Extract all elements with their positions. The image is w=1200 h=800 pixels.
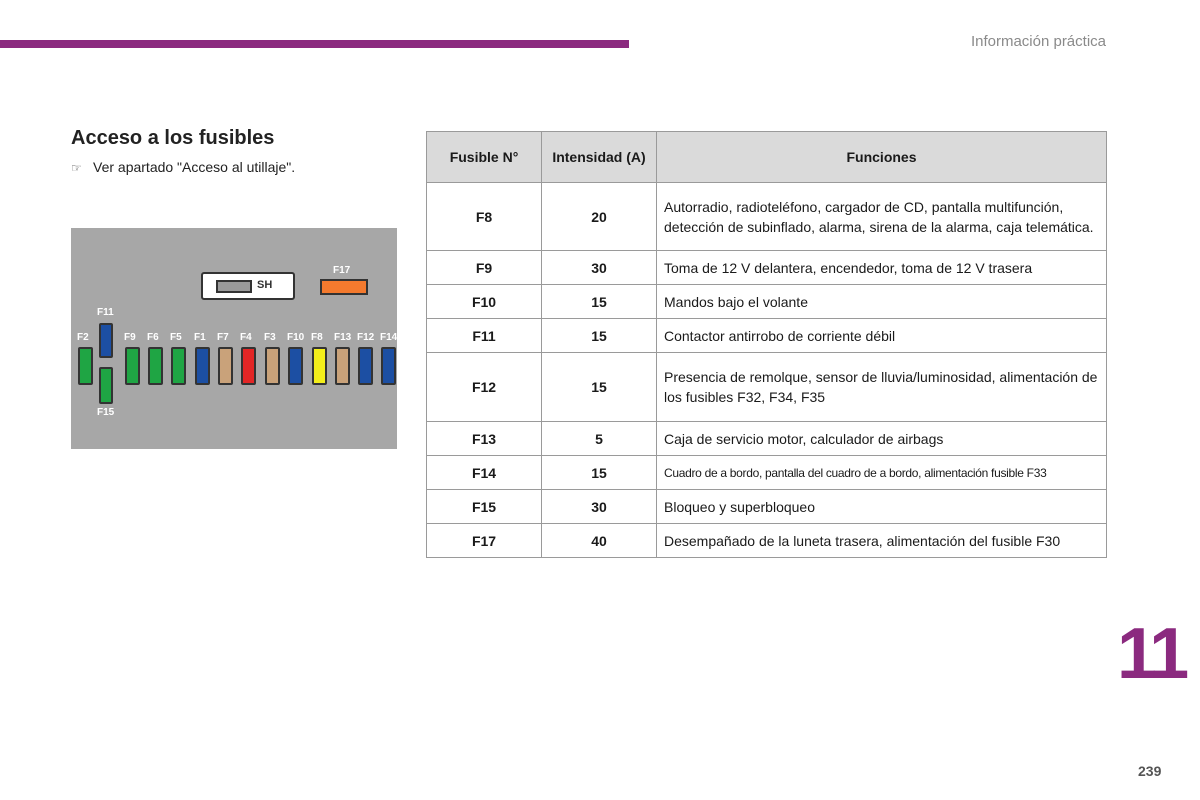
fuse-label-f10: F10 [287,332,305,343]
fuse-f11 [99,323,113,358]
fuse-f10 [288,347,303,385]
fuse-label-f9: F9 [124,332,136,343]
fuse-label-f7: F7 [217,332,229,343]
fuse-f14 [381,347,396,385]
fuse-amps: 30 [541,489,657,524]
fuse-table: Fusible N° Intensidad (A) Funciones F8 2… [426,131,1107,558]
fuse-amps: 15 [541,318,657,353]
fuse-function: Desempañado de la luneta trasera, alimen… [656,523,1107,558]
fuse-f6 [148,347,163,385]
fuse-function: Presencia de remolque, sensor de lluvia/… [656,352,1107,422]
header-fusible: Fusible N° [426,131,542,183]
fuse-f2 [78,347,93,385]
table-row: F10 15 Mandos bajo el volante [426,284,1107,319]
fuse-label-f15: F15 [97,407,115,418]
section-label: Información práctica [970,33,1106,50]
table-row: F12 15 Presencia de remolque, sensor de … [426,352,1107,422]
page-number: 239 [1138,763,1162,779]
fuse-number: F14 [426,455,542,490]
fuse-number: F13 [426,421,542,456]
fuse-table-header: Fusible N° Intensidad (A) Funciones [426,131,1107,183]
table-row: F9 30 Toma de 12 V delantera, encendedor… [426,250,1107,285]
fuse-label-f1: F1 [194,332,206,343]
fuse-amps: 5 [541,421,657,456]
fuse-number: F11 [426,318,542,353]
fuse-label-f4: F4 [240,332,252,343]
fuse-function: Contactor antirrobo de corriente débil [656,318,1107,353]
fuse-amps: 15 [541,455,657,490]
fuse-f9 [125,347,140,385]
table-row: F14 15 Cuadro de a bordo, pantalla del c… [426,455,1107,490]
fuse-amps: 15 [541,352,657,422]
fuse-f7 [218,347,233,385]
fusebox-diagram: SH F17 F11 F15 F2 F9 F6 F5 F1 F7 F4 F3 F10 F8 F13 F… [71,228,397,449]
fuse-label-f6: F6 [147,332,159,343]
table-row: F13 5 Caja de servicio motor, calculador… [426,421,1107,456]
fuse-label-f8: F8 [311,332,323,343]
shunt-sh: SH [201,272,295,300]
reference-note: ☞ Ver apartado "Acceso al utillaje". [71,159,295,175]
fuse-function: Bloqueo y superbloqueo [656,489,1107,524]
fuse-label-f11: F11 [97,307,114,318]
table-row: F11 15 Contactor antirrobo de corriente … [426,318,1107,353]
fuse-number: F17 [426,523,542,558]
table-row: F8 20 Autorradio, radioteléfono, cargado… [426,182,1107,251]
fuse-function: Caja de servicio motor, calculador de ai… [656,421,1107,456]
fuse-label-f5: F5 [170,332,182,343]
fuse-label-f2: F2 [77,332,89,343]
fuse-label-f17: F17 [333,265,351,276]
header-accent-bar [0,40,629,48]
pointing-hand-icon: ☞ [71,161,82,175]
reference-note-text: Ver apartado "Acceso al utillaje". [93,159,296,175]
header-intensidad: Intensidad (A) [541,131,657,183]
fuse-amps: 15 [541,284,657,319]
fuse-function: Cuadro de a bordo, pantalla del cuadro d… [656,455,1107,490]
fuse-function: Autorradio, radioteléfono, cargador de C… [656,182,1107,251]
fuse-number: F9 [426,250,542,285]
fuse-f12 [358,347,373,385]
fuse-f4 [241,347,256,385]
fuse-number: F8 [426,182,542,251]
shunt-blade [216,280,252,293]
fuse-amps: 40 [541,523,657,558]
fuse-label-f12: F12 [357,332,375,343]
fuse-f17 [320,279,368,295]
fuse-f5 [171,347,186,385]
fuse-f1 [195,347,210,385]
table-row: F17 40 Desempañado de la luneta trasera,… [426,523,1107,558]
header-funciones: Funciones [656,131,1107,183]
shunt-label: SH [257,279,273,291]
fuse-label-f13: F13 [334,332,352,343]
fuse-f13 [335,347,350,385]
fuse-f15 [99,367,113,404]
fuse-label-f3: F3 [264,332,276,343]
fuse-f3 [265,347,280,385]
fuse-number: F12 [426,352,542,422]
fuse-number: F10 [426,284,542,319]
fuse-number: F15 [426,489,542,524]
fuse-amps: 20 [541,182,657,251]
fuse-amps: 30 [541,250,657,285]
fuse-function: Toma de 12 V delantera, encendedor, toma… [656,250,1107,285]
table-row: F15 30 Bloqueo y superbloqueo [426,489,1107,524]
page-title: Acceso a los fusibles [71,127,275,149]
fuse-f8 [312,347,327,385]
fuse-function: Mandos bajo el volante [656,284,1107,319]
fuse-label-f14: F14 [380,332,398,343]
chapter-number: 11 [1117,614,1189,694]
